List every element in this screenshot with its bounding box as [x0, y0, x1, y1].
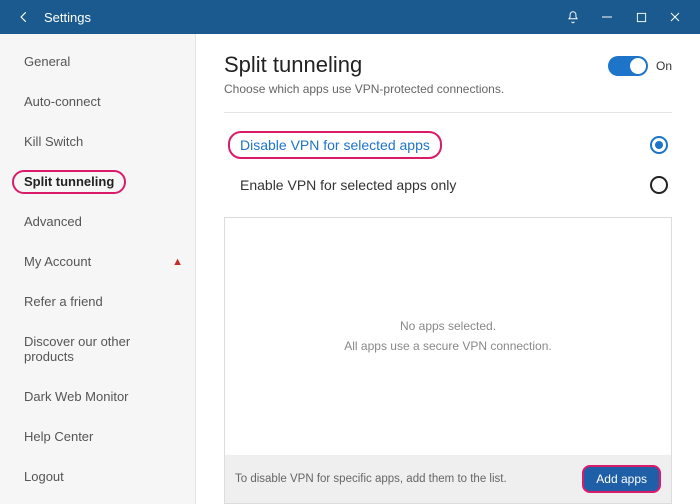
option-disable-vpn[interactable]: Disable VPN for selected apps	[224, 125, 672, 165]
sidebar-item-label: Refer a friend	[12, 290, 115, 314]
toggle-label: On	[656, 59, 672, 73]
option-enable-vpn-only[interactable]: Enable VPN for selected apps only	[224, 165, 672, 205]
sidebar-item-label: Discover our other products	[12, 330, 183, 369]
sidebar: General Auto-connect Kill Switch Split t…	[0, 34, 196, 504]
page-title: Split tunneling	[224, 52, 504, 78]
feature-toggle[interactable]	[608, 56, 648, 76]
sidebar-item-advanced[interactable]: Advanced	[0, 202, 195, 242]
sidebar-item-label: Kill Switch	[12, 130, 95, 154]
warning-icon: ▲	[172, 256, 183, 268]
back-button[interactable]	[8, 10, 40, 24]
sidebar-item-my-account[interactable]: My Account ▲	[0, 242, 195, 282]
titlebar: Settings	[0, 0, 700, 34]
apps-list-box: No apps selected. All apps use a secure …	[224, 217, 672, 504]
sidebar-item-label: General	[12, 50, 82, 74]
option-label: Disable VPN for selected apps	[228, 131, 442, 159]
sidebar-item-label: Logout	[12, 465, 76, 489]
sidebar-item-label: Split tunneling	[12, 170, 126, 194]
option-label: Enable VPN for selected apps only	[228, 171, 468, 199]
add-apps-button[interactable]: Add apps	[582, 465, 661, 493]
maximize-button[interactable]	[624, 0, 658, 34]
radio-icon	[650, 136, 668, 154]
sidebar-item-logout[interactable]: Logout	[0, 457, 195, 497]
sidebar-item-auto-connect[interactable]: Auto-connect	[0, 82, 195, 122]
sidebar-item-dark-web[interactable]: Dark Web Monitor	[0, 377, 195, 417]
sidebar-item-help-center[interactable]: Help Center	[0, 417, 195, 457]
apps-empty-state: No apps selected. All apps use a secure …	[225, 218, 671, 455]
close-button[interactable]	[658, 0, 692, 34]
empty-line1: No apps selected.	[400, 317, 496, 336]
bell-icon[interactable]	[556, 0, 590, 34]
empty-line2: All apps use a secure VPN connection.	[344, 337, 551, 356]
sidebar-item-label: Auto-connect	[12, 90, 113, 114]
radio-icon	[650, 176, 668, 194]
minimize-button[interactable]	[590, 0, 624, 34]
sidebar-item-discover[interactable]: Discover our other products	[0, 322, 195, 377]
sidebar-item-label: Dark Web Monitor	[12, 385, 141, 409]
main-content: Split tunneling Choose which apps use VP…	[196, 34, 700, 504]
sidebar-item-label: Advanced	[12, 210, 94, 234]
apps-footer: To disable VPN for specific apps, add th…	[225, 455, 671, 503]
divider	[224, 112, 672, 113]
sidebar-item-general[interactable]: General	[0, 42, 195, 82]
sidebar-item-refer[interactable]: Refer a friend	[0, 282, 195, 322]
footer-hint: To disable VPN for specific apps, add th…	[235, 473, 582, 485]
sidebar-item-kill-switch[interactable]: Kill Switch	[0, 122, 195, 162]
titlebar-title: Settings	[44, 10, 91, 25]
sidebar-item-label: My Account	[12, 250, 103, 274]
page-subtitle: Choose which apps use VPN-protected conn…	[224, 82, 504, 96]
sidebar-item-split-tunneling[interactable]: Split tunneling	[0, 162, 195, 202]
sidebar-item-label: Help Center	[12, 425, 105, 449]
